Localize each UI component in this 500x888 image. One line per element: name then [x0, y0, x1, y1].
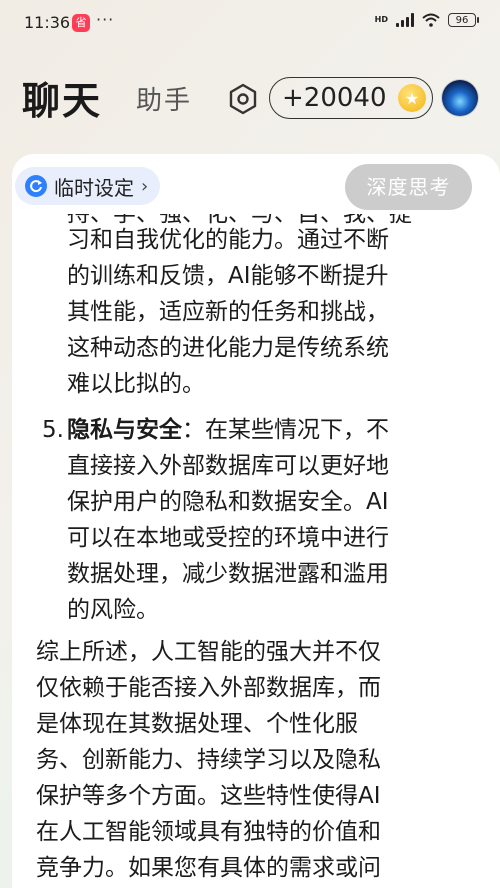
list-item-4-text: 习和自我优化的能力。通过不断 的训练和反馈，AI能够不断提升 其性能，适应新的任… — [67, 227, 389, 397]
settings-hexagon-icon[interactable] — [226, 82, 260, 116]
list-item-title: 隐私与安全 — [67, 417, 182, 443]
tab-chat[interactable]: 聊天 — [22, 70, 102, 125]
list-item-5-text: 隐私与安全：在某些情况下，不 直接接入外部数据库可以更好地 保护用户的隐私和数据… — [67, 417, 389, 623]
hd-indicator: HD — [374, 15, 388, 24]
status-time: 11:36 — [24, 13, 71, 32]
points-button[interactable]: +20040 ★ — [269, 77, 433, 119]
refresh-icon — [25, 175, 47, 197]
signal-icon — [396, 13, 414, 27]
app-notification-icon: 省 — [72, 14, 90, 32]
deep-think-button[interactable]: 深度思考 — [345, 164, 472, 210]
battery-icon: 96 — [448, 13, 479, 27]
message-content: 持、学、强、化、与、自、我、提 习和自我优化的能力。通过不断 的训练和反馈，AI… — [12, 214, 500, 888]
chat-card: 临时设定 › 深度思考 持、学、强、化、与、自、我、提 习和自我优化的能力。通过… — [12, 154, 500, 888]
temporary-setting-label: 临时设定 — [54, 175, 134, 200]
temporary-setting-button[interactable]: 临时设定 › — [15, 167, 161, 205]
avatar[interactable] — [442, 80, 478, 116]
status-bar: 11:36 省 ··· HD 96 — [0, 0, 500, 44]
list-item-5: 5. 隐私与安全：在某些情况下，不 直接接入外部数据库可以更好地 保护用户的隐私… — [12, 412, 500, 632]
chevron-right-icon: › — [141, 175, 149, 197]
status-indicators: HD 96 — [374, 13, 479, 27]
points-value: +20040 — [282, 83, 387, 113]
app-header: 聊天 助手 +20040 ★ — [0, 60, 500, 132]
list-item-number: 5. — [42, 417, 64, 443]
star-coin-icon: ★ — [398, 84, 426, 112]
tab-assistant[interactable]: 助手 — [136, 80, 192, 117]
more-notifications-icon: ··· — [96, 10, 115, 29]
wifi-icon — [422, 13, 440, 27]
summary-paragraph: 综上所述，人工智能的强大并不仅 仅依赖于能否接入外部数据库，而 是体现在其数据处… — [36, 639, 381, 881]
